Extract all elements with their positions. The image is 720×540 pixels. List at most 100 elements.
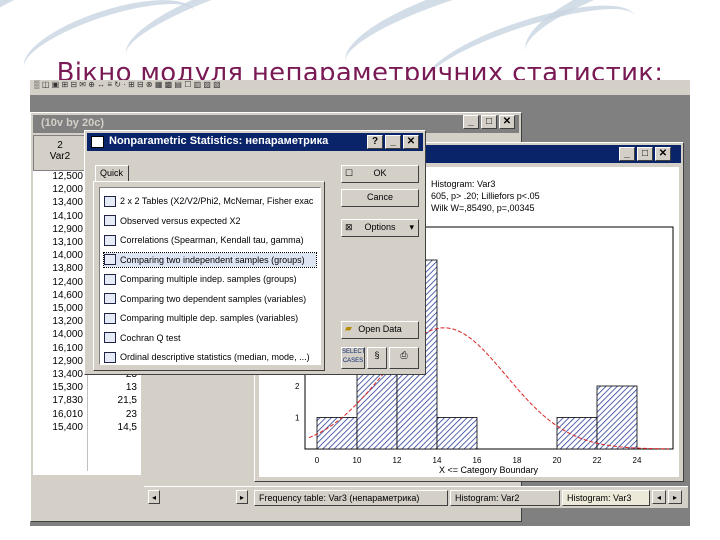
table-cell[interactable]: 15,400 [52,422,83,433]
open-data-label: Open Data [358,324,402,334]
table-cell[interactable]: 12,500 [52,171,83,182]
table-cell[interactable]: 16,010 [52,409,83,420]
app-icon [91,136,104,148]
table-cell[interactable]: 12,900 [52,224,83,235]
print-icon: ⎙ [400,350,408,360]
column-header-var2[interactable]: 2 Var2 [33,135,87,171]
analysis-icon [104,273,116,285]
analysis-icon [104,215,116,226]
taskbar-tab[interactable]: Histogram: Var3 [562,490,650,506]
table-cell[interactable]: 13 [126,382,137,393]
options-label: Options [364,222,396,232]
minimize-icon[interactable]: _ [385,135,401,149]
table-cell[interactable]: 12,900 [52,356,83,367]
check-icon: ☐ [345,168,354,178]
cancel-button[interactable]: Cance [341,189,419,207]
table-cell[interactable]: 15,300 [52,382,83,393]
analysis-icon [104,195,116,207]
select-cases-label: SELECT CASES [342,349,366,364]
histogram-bar [436,417,478,450]
column-var2-values[interactable]: 12,500 12,000 13,400 14,100 12,900 13,100 14,0… [33,171,87,471]
analysis-label: Comparing multiple dep. samples (variabl… [120,313,299,323]
taskbar-prev-button[interactable]: ◂ [652,490,666,504]
maximize-icon[interactable]: □ [637,147,653,161]
analysis-icon [104,293,116,304]
ok-label: OK [373,168,387,178]
close-icon[interactable]: ✕ [499,115,515,129]
folder-icon: ▰ [345,323,352,333]
taskbar-tab[interactable]: Frequency table: Var3 (непараметрика) [254,490,448,506]
analysis-list-item[interactable]: Observed versus expected X2 [104,214,316,228]
analysis-list-item[interactable]: Correlations (Spearman, Kendall tau, gam… [104,233,316,247]
scroll-right-button[interactable]: ▸ [236,490,248,504]
table-cell[interactable]: 15,000 [52,303,83,314]
chevron-down-icon: ▾ [409,222,414,232]
analysis-label: 2 x 2 Tables (X2/V2/Phi2, McNemar, Fishe… [120,196,314,206]
table-cell[interactable]: 14,600 [52,290,83,301]
analysis-label: Correlations (Spearman, Kendall tau, gam… [120,235,304,245]
maximize-icon[interactable]: □ [481,115,497,129]
x-tick-label: 0 [315,456,320,465]
weight-button[interactable]: § [367,347,387,369]
analysis-list-item[interactable]: 2 x 2 Tables (X2/V2/Phi2, McNemar, Fishe… [104,194,316,208]
open-data-button[interactable]: ▰ Open Data [341,321,419,339]
analysis-list-item[interactable]: Comparing multiple dep. samples (variabl… [104,311,316,325]
x-tick-label: 18 [513,456,522,465]
table-cell[interactable]: 21,5 [118,395,137,406]
table-cell[interactable]: 13,200 [52,316,83,327]
table-cell[interactable]: 14,100 [52,211,83,222]
print-button[interactable]: ⎙ [389,347,419,369]
analysis-list[interactable]: 2 x 2 Tables (X2/V2/Phi2, McNemar, Fishe… [99,187,321,365]
table-cell[interactable]: 14,5 [118,422,137,433]
table-cell[interactable]: 12,400 [52,277,83,288]
document-taskbar: ◂ ▸ Frequency table: Var3 (непараметрика… [144,486,688,508]
table-cell[interactable]: 17,830 [52,395,83,406]
table-cell[interactable]: 16,100 [52,343,83,354]
analysis-list-item[interactable]: Comparing two dependent samples (variabl… [104,292,316,306]
table-cell[interactable]: 14,000 [52,329,83,340]
analysis-icon [104,234,116,246]
scroll-left-button[interactable]: ◂ [148,490,160,504]
y-tick-label: 1 [295,414,300,423]
analysis-label: Comparing two dependent samples (variabl… [120,293,307,304]
taskbar-tab[interactable]: Histogram: Var2 [450,490,560,506]
close-icon[interactable]: ✕ [655,147,671,161]
tab-quick[interactable]: Quick [95,165,129,181]
analysis-icon [104,312,116,324]
nonparametric-dialog[interactable]: Nonparametric Statistics: непараметрика … [84,130,426,375]
y-tick-label: 2 [295,382,300,391]
table-cell[interactable]: 13,100 [52,237,83,248]
taskbar-next-button[interactable]: ▸ [668,490,682,504]
help-icon[interactable]: ? [367,135,383,149]
minimize-icon[interactable]: _ [619,147,635,161]
analysis-list-item[interactable]: Comparing multiple indep. samples (group… [104,272,316,286]
analysis-list-item[interactable]: Comparing two independent samples (group… [103,251,317,268]
analysis-icon [104,332,116,343]
x-tick-label: 16 [473,456,482,465]
table-cell[interactable]: 12,000 [52,184,83,195]
x-tick-label: 20 [553,456,562,465]
x-tick-label: 12 [393,456,402,465]
analysis-list-item[interactable]: Ordinal descriptive statistics (median, … [104,350,316,364]
close-icon[interactable]: ✕ [403,135,419,149]
dialog-title: Nonparametric Statistics: непараметрика [109,135,329,147]
app-toolbar[interactable]: ▒ ◫ ▣ ⊞ ⊟ ✉ ⊕ ↔ ≡ ↻ · ⊞ ⊟ ⊗ ▦ ▩ ▤ ☐ ▥ ▨ … [30,80,690,96]
analysis-label: Observed versus expected X2 [120,215,241,226]
table-cell[interactable]: 14,000 [52,250,83,261]
x-tick-label: 14 [433,456,442,465]
histogram-bar [596,385,638,450]
analysis-icon [104,351,116,363]
x-tick-label: 22 [593,456,602,465]
table-cell[interactable]: 13,400 [52,197,83,208]
options-button[interactable]: ⊠ Options ▾ [341,219,419,237]
table-cell[interactable]: 13,400 [52,369,83,380]
select-cases-button[interactable]: SELECT CASES [341,347,365,369]
table-cell[interactable]: 23 [126,409,137,420]
x-axis-label: X <= Category Boundary [439,465,539,475]
minimize-icon[interactable]: _ [463,115,479,129]
histogram-bar [556,417,598,450]
x-tick-label: 24 [633,456,642,465]
table-cell[interactable]: 13,800 [52,263,83,274]
analysis-list-item[interactable]: Cochran Q test [104,331,316,345]
ok-button[interactable]: ☐ OK [341,165,419,183]
